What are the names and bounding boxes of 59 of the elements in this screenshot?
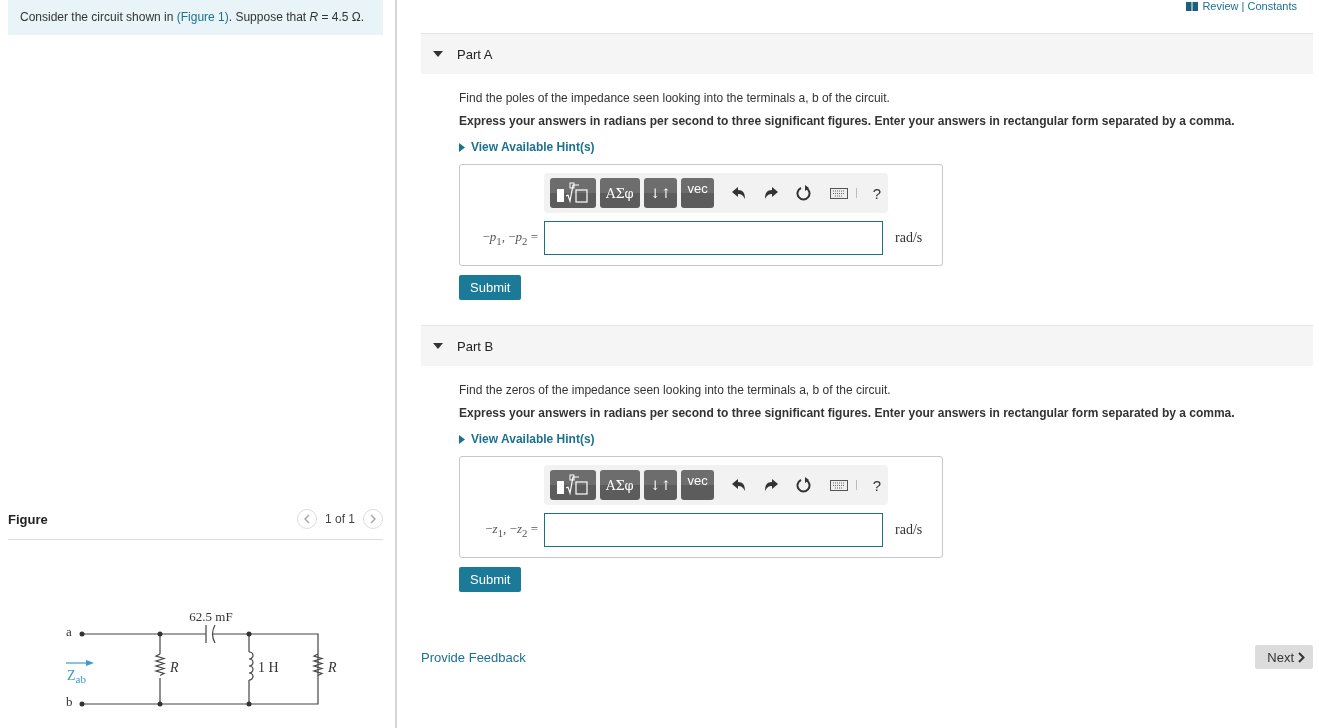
resistor-label: R	[328, 660, 337, 675]
help-button[interactable]: ?	[872, 184, 882, 202]
symbol-button[interactable]: ↓↑	[643, 470, 678, 500]
reset-icon[interactable]	[795, 185, 812, 201]
inductor-label: 1 H	[258, 660, 279, 675]
page-counter: 1 of 1	[324, 512, 355, 526]
next-button[interactable]: Next	[1255, 645, 1313, 669]
terminal-label: b	[66, 694, 73, 709]
instructions-text: Express your answers in radians per second to three significant figures. Enter your answers in rectangular form separated by a comma.	[459, 405, 1236, 421]
undo-icon[interactable]	[731, 479, 746, 491]
template-icon	[556, 182, 590, 204]
figure-link[interactable]: (Figure 1)	[176, 10, 229, 24]
submit-button[interactable]: Submit	[459, 567, 522, 592]
part-title: Part B	[457, 338, 494, 354]
question-text: Find the poles of the impedance seen looking into the terminals a, b of the circuit.	[459, 90, 891, 106]
symbol-button[interactable]: vec	[681, 470, 714, 500]
unit-label: rad/s	[895, 522, 923, 538]
answer-label: −z$_{1}$, −z$_{2}$ =	[484, 521, 539, 539]
unit-label: rad/s	[895, 230, 923, 246]
impedance-arrow	[65, 660, 94, 666]
caret-right-icon	[459, 434, 465, 444]
undo-icon[interactable]	[731, 187, 746, 199]
templates-button[interactable]	[550, 178, 596, 208]
resistor-label: R	[170, 660, 179, 675]
hint-link[interactable]: View Available Hint(s)	[471, 431, 595, 447]
figure-title: Figure	[8, 511, 48, 527]
help-button[interactable]: ?	[872, 476, 882, 494]
keyboard-icon[interactable]	[829, 479, 848, 491]
book-icon	[1186, 1, 1199, 11]
capacitor-label: 62.5 mF	[189, 609, 233, 624]
caret-right-icon	[459, 142, 465, 152]
chevron-right-icon	[370, 514, 376, 524]
caret-down-icon[interactable]	[433, 49, 443, 59]
symbol-button[interactable]: ↓↑	[643, 178, 678, 208]
answer-input[interactable]	[544, 513, 883, 547]
instructions-text: Express your answers in radians per second to three significant figures. Enter your answers in rectangular form separated by a comma.	[459, 113, 1236, 129]
redo-icon[interactable]	[763, 479, 778, 491]
question-text: Find the zeros of the impedance seen looking into the terminals a, b of the circuit.	[459, 382, 892, 398]
keyboard-icon[interactable]	[829, 187, 848, 199]
caret-down-icon[interactable]	[433, 341, 443, 351]
intro-text: Consider the circuit shown in (Figure 1). Suppose that R = 4.5 Ω.	[8, 0, 383, 35]
reset-icon[interactable]	[795, 477, 812, 493]
symbol-button[interactable]: ΑΣφ	[600, 470, 640, 500]
answer-input[interactable]	[544, 221, 883, 255]
symbol-button[interactable]: vec	[681, 178, 714, 208]
chevron-right-icon	[1298, 651, 1305, 663]
chevron-left-icon	[303, 514, 310, 524]
hint-link[interactable]: View Available Hint(s)	[471, 139, 595, 155]
submit-button[interactable]: Submit	[459, 275, 522, 300]
impedance-label: Z$_{ab}$	[67, 668, 86, 685]
templates-button[interactable]	[550, 470, 596, 500]
terminal-label: a	[66, 624, 72, 639]
review-link[interactable]: Review | Constants	[1202, 0, 1297, 12]
redo-icon[interactable]	[763, 187, 778, 199]
answer-label: −p$_{1}$, −p$_{2}$ =	[481, 229, 539, 247]
template-icon	[556, 474, 590, 496]
feedback-link[interactable]: Provide Feedback	[421, 649, 526, 665]
symbol-button[interactable]: ΑΣφ	[600, 178, 640, 208]
part-title: Part A	[457, 46, 493, 62]
